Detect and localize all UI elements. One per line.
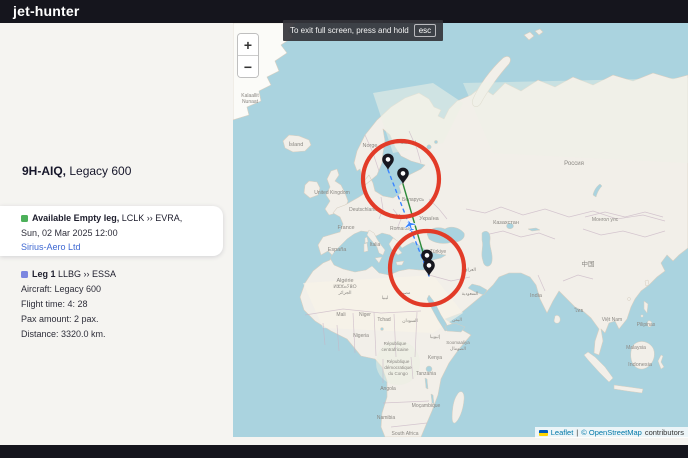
country-label: ไทย — [574, 307, 584, 314]
map-zoom-control: + − — [237, 33, 259, 78]
country-label: الصومال — [450, 346, 466, 351]
country-label: République — [384, 341, 407, 346]
empty-leg-route: LCLK ›› EVRA, — [119, 213, 182, 223]
attribution-suffix: contributors — [645, 428, 684, 437]
leg1-aircraft: Aircraft: Legacy 600 — [21, 284, 221, 294]
aircraft-registration: 9H-AIQ, — [22, 164, 66, 178]
country-label: السعودية — [462, 291, 479, 296]
leg1-title: Leg 1 LLBG ›› ESSA — [32, 269, 116, 279]
leg1-flight-time: Flight time: 4: 28 — [21, 299, 221, 309]
flight-info-panel: 9H-AIQ, Legacy 600 Available Empty leg, … — [0, 23, 233, 437]
fullscreen-exit-tooltip: To exit full screen, press and hold esc — [283, 20, 443, 41]
map-attribution: Leaflet | © OpenStreetMap contributors — [535, 427, 688, 438]
leg1-route: LLBG ›› ESSA — [56, 269, 117, 279]
country-label: السودان — [402, 318, 418, 323]
bottom-bar — [0, 445, 688, 458]
country-label: España — [328, 247, 348, 253]
osm-link[interactable]: © OpenStreetMap — [581, 428, 642, 437]
empty-leg-title: Available Empty leg, LCLK ›› EVRA, — [32, 213, 182, 223]
empty-leg-card[interactable]: Available Empty leg, LCLK ›› EVRA, Sun, … — [0, 206, 223, 256]
country-label: Беларусь — [402, 197, 424, 203]
country-label: Indonesia — [628, 362, 653, 368]
leg1-header: Leg 1 LLBG ›› ESSA — [21, 269, 221, 279]
country-label: Ísland — [289, 141, 304, 148]
country-label: Казахстан — [493, 220, 519, 226]
empty-leg-status-dot — [21, 215, 28, 222]
country-label: du Congo — [388, 371, 408, 376]
country-label: Namibia — [377, 415, 396, 421]
country-label: 中国 — [582, 259, 595, 268]
map-canvas[interactable]: KalaallitNunaatÍslandNorgeSuomiUnited Ki… — [233, 23, 688, 437]
country-label: Tchad — [377, 317, 391, 323]
leg1-details[interactable]: Leg 1 LLBG ›› ESSA Aircraft: Legacy 600 … — [21, 269, 221, 339]
country-label: centrafricaine — [381, 347, 409, 352]
country-label: Монгол улс — [592, 217, 619, 223]
ukraine-flag-icon — [539, 430, 548, 436]
country-label: Mali — [336, 312, 345, 318]
country-label: Tanzania — [416, 371, 436, 377]
attribution-separator: | — [576, 428, 578, 437]
country-label: Pilipinas — [637, 322, 656, 328]
country-label: Việt Nam — [602, 317, 622, 323]
country-label: République — [387, 359, 410, 364]
country-label: ليبيا — [382, 295, 389, 300]
country-label: Angola — [380, 386, 396, 392]
empty-leg-datetime: Sun, 02 Mar 2025 12:00 — [21, 228, 223, 238]
country-label: اليمن — [452, 317, 462, 322]
country-label: South Africa — [392, 431, 419, 437]
country-label: démocratique — [384, 365, 412, 370]
zoom-in-button[interactable]: + — [238, 34, 258, 55]
country-label: Niger — [359, 312, 371, 318]
country-label: ⵍⵣⵣⴰⵢⴻⵔ — [333, 284, 356, 289]
leg1-status-dot — [21, 271, 28, 278]
country-label: France — [337, 225, 354, 231]
leaflet-link[interactable]: Leaflet — [551, 428, 574, 437]
leg1-distance: Distance: 3320.0 km. — [21, 329, 221, 339]
empty-leg-header: Available Empty leg, LCLK ›› EVRA, — [21, 213, 223, 223]
country-label: Soomaaliya — [446, 340, 470, 345]
aircraft-title: 9H-AIQ, Legacy 600 — [22, 164, 131, 178]
country-label: Россия — [564, 161, 584, 167]
app-logo[interactable]: jet-hunter — [13, 3, 80, 19]
country-label: Nigeria — [353, 333, 369, 339]
aircraft-model: Legacy 600 — [66, 164, 131, 178]
country-label: United Kingdom — [314, 190, 350, 196]
esc-key-badge: esc — [414, 24, 436, 37]
country-label: Italia — [370, 242, 381, 248]
app-window: jet-hunter To exit full screen, press an… — [0, 0, 688, 458]
zoom-out-button[interactable]: − — [238, 56, 258, 77]
country-label: Deutschland — [349, 207, 377, 213]
country-label: الجزائر — [338, 290, 352, 295]
fullscreen-exit-text: To exit full screen, press and hold — [290, 26, 409, 35]
leg1-pax: Pax amount: 2 pax. — [21, 314, 221, 324]
operator-link[interactable]: Sirius-Aero Ltd — [21, 242, 223, 252]
country-label: Malaysia — [626, 345, 646, 351]
country-label: Kenya — [428, 355, 442, 361]
country-label: Norge — [363, 143, 378, 149]
country-label: India — [530, 293, 543, 299]
country-label: Україна — [419, 216, 439, 222]
country-label: Nunaat — [242, 99, 259, 105]
country-label: Moçambique — [412, 403, 441, 409]
